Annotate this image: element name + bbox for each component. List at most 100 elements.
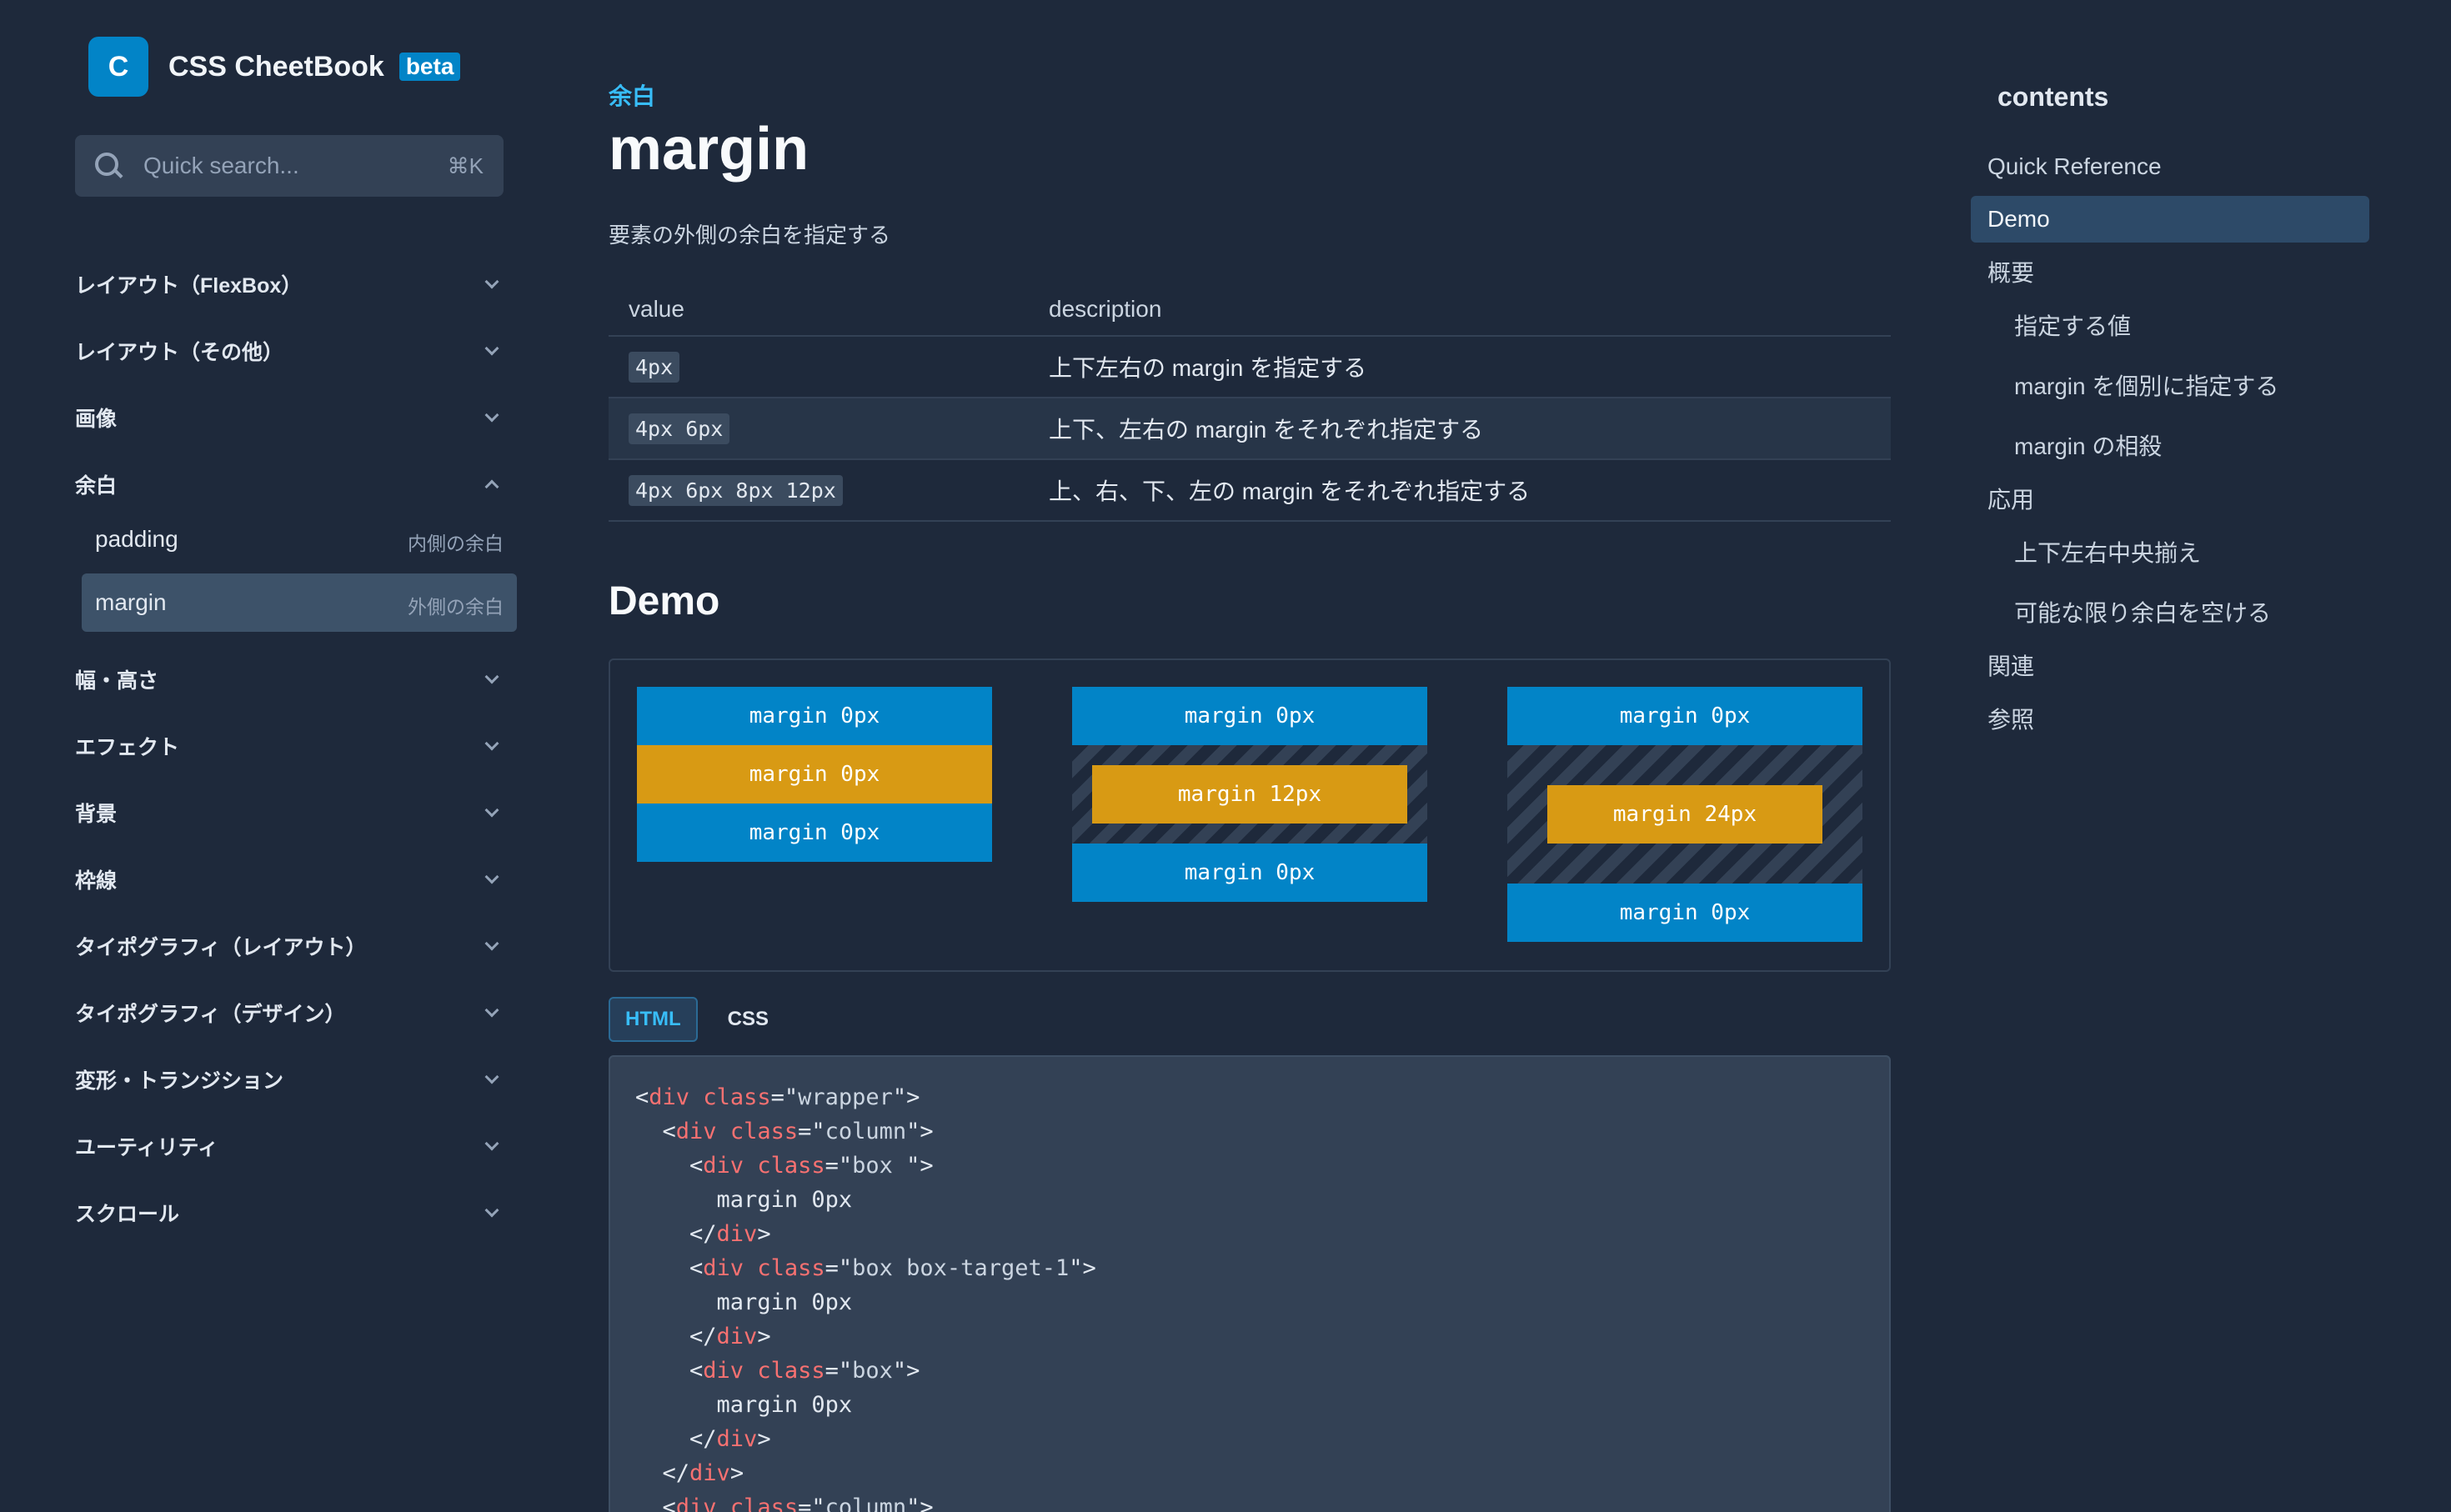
chevron-down-icon — [485, 673, 497, 685]
toc-item-application[interactable]: 応用 — [1971, 475, 2369, 522]
demo-box: margin 0px — [1072, 844, 1427, 902]
nav-group-typography-layout[interactable]: タイポグラフィ（レイアウト） — [75, 925, 504, 967]
nav-group-border[interactable]: 枠線 — [75, 859, 504, 900]
toc-title: contents — [1997, 82, 2109, 112]
table-row: 4px 6px 8px 12px 上、右、下、左の margin をそれぞれ指定… — [609, 460, 1891, 522]
value-description: 上下、左右の margin をそれぞれ指定する — [1049, 417, 1484, 443]
toc-item-values[interactable]: 指定する値 — [1971, 302, 2369, 348]
code-line: </div> — [689, 1221, 771, 1247]
tab-css[interactable]: CSS — [713, 997, 784, 1042]
value-code: 4px 6px 8px 12px — [629, 474, 843, 506]
chevron-down-icon — [485, 874, 497, 885]
nav-group-label: 余白 — [75, 474, 118, 498]
nav-group-layout-flexbox[interactable]: レイアウト（FlexBox） — [75, 263, 504, 305]
code-line: <div class="column"> — [662, 1119, 934, 1144]
code-line: margin 0px — [716, 1392, 853, 1418]
nav-group-label: ユーティリティ — [75, 1136, 219, 1159]
chevron-down-icon — [485, 412, 497, 423]
chevron-down-icon — [485, 1207, 497, 1219]
page-category: 余白 — [609, 83, 656, 109]
toc-item-max-spacing[interactable]: 可能な限り余白を空ける — [1971, 588, 2369, 635]
beta-badge: beta — [398, 53, 461, 81]
table-header-value: value — [629, 296, 684, 322]
chevron-down-icon — [485, 807, 497, 819]
demo-panel: margin 0px margin 0px margin 0px margin … — [609, 658, 1891, 972]
value-code: 4px — [629, 351, 680, 383]
nav-group-label: タイポグラフィ（レイアウト） — [75, 936, 367, 959]
toc-item-demo[interactable]: Demo — [1971, 196, 2369, 243]
brand[interactable]: C CSS CheetBook beta — [88, 37, 461, 97]
nav-group-transform[interactable]: 変形・トランジション — [75, 1059, 504, 1100]
value-description: 上下左右の margin を指定する — [1049, 355, 1367, 381]
demo-box: margin 0px — [1507, 687, 1862, 745]
sidebar-item-margin[interactable]: margin 外側の余白 — [82, 573, 517, 632]
nav-group-label: 背景 — [75, 803, 118, 826]
nav-group-utility[interactable]: ユーティリティ — [75, 1125, 504, 1167]
nav-group-typography-design[interactable]: タイポグラフィ（デザイン） — [75, 992, 504, 1034]
code-line: <div class="box box-target-1"> — [689, 1255, 1096, 1281]
search-input[interactable]: Quick search... ⌘K — [75, 135, 504, 197]
code-line: <div class="box"> — [689, 1358, 920, 1384]
sidebar-item-hint: 内側の余白 — [408, 533, 504, 554]
tab-html[interactable]: HTML — [609, 997, 698, 1042]
table-row: 4px 6px 上下、左右の margin をそれぞれ指定する — [609, 398, 1891, 460]
code-tabs: HTML CSS — [609, 997, 784, 1042]
sidebar-item-label: margin — [95, 589, 167, 615]
nav-group-background[interactable]: 背景 — [75, 792, 504, 834]
nav-group-scroll[interactable]: スクロール — [75, 1192, 504, 1234]
code-line: <div class="box "> — [689, 1153, 934, 1179]
page-description: 要素の外側の余白を指定する — [609, 223, 891, 248]
code-line: </div> — [689, 1324, 771, 1349]
code-line: </div> — [662, 1460, 744, 1486]
table-header-description: description — [1049, 296, 1162, 322]
nav-group-label: スクロール — [75, 1203, 180, 1226]
chevron-down-icon — [485, 1007, 497, 1019]
code-line: <div class="wrapper"> — [635, 1084, 920, 1110]
sidebar-item-padding[interactable]: padding 内側の余白 — [82, 510, 517, 568]
toc-item-centering[interactable]: 上下左右中央揃え — [1971, 528, 2369, 575]
demo-target-box: margin 24px — [1547, 785, 1822, 844]
brand-logo-icon: C — [88, 37, 148, 97]
code-line: </div> — [689, 1426, 771, 1452]
nav-group-image[interactable]: 画像 — [75, 397, 504, 438]
value-description: 上、右、下、左の margin をそれぞれ指定する — [1049, 478, 1531, 504]
toc-item-overview[interactable]: 概要 — [1971, 248, 2369, 295]
toc-item-individual-margin[interactable]: margin を個別に指定する — [1971, 362, 2369, 408]
demo-heading: Demo — [609, 579, 720, 623]
search-icon — [92, 149, 125, 183]
demo-box: margin 0px — [637, 804, 992, 862]
toc-item-related[interactable]: 関連 — [1971, 642, 2369, 688]
code-block[interactable]: <div class="wrapper"> <div class="column… — [609, 1055, 1891, 1512]
sidebar: C CSS CheetBook beta Quick search... ⌘K … — [0, 0, 550, 1512]
demo-target-box: margin 0px — [637, 745, 992, 804]
toc-item-references[interactable]: 参照 — [1971, 695, 2369, 742]
nav-group-effect[interactable]: エフェクト — [75, 725, 504, 767]
chevron-down-icon — [485, 940, 497, 952]
code-line: <div class="column"> — [662, 1494, 934, 1512]
toc-item-quick-reference[interactable]: Quick Reference — [1971, 143, 2369, 190]
demo-target-box: margin 12px — [1092, 765, 1407, 824]
page-title: margin — [609, 116, 809, 183]
demo-box: margin 0px — [637, 687, 992, 745]
demo-box: margin 0px — [1072, 687, 1427, 745]
chevron-down-icon — [485, 345, 497, 357]
nav-group-label: レイアウト（その他） — [75, 341, 284, 364]
nav-group-spacing[interactable]: 余白 — [75, 463, 504, 505]
nav-group-label: エフェクト — [75, 736, 180, 759]
value-code: 4px 6px — [629, 413, 730, 444]
code-line: margin 0px — [716, 1187, 853, 1213]
demo-box: margin 0px — [1507, 884, 1862, 942]
nav-group-size[interactable]: 幅・高さ — [75, 658, 504, 700]
chevron-up-icon — [485, 478, 497, 490]
chevron-down-icon — [485, 278, 497, 290]
sidebar-item-hint: 外側の余白 — [408, 596, 504, 618]
toc-item-margin-collapse[interactable]: margin の相殺 — [1971, 422, 2369, 468]
brand-name: CSS CheetBook — [168, 50, 384, 83]
quick-reference-table: value description 4px 上下左右の margin を指定する… — [609, 283, 1891, 522]
nav-group-label: 画像 — [75, 408, 118, 431]
chevron-down-icon — [485, 740, 497, 752]
nav-group-layout-other[interactable]: レイアウト（その他） — [75, 330, 504, 372]
nav-group-label: レイアウト（FlexBox） — [75, 274, 303, 298]
nav-group-label: 変形・トランジション — [75, 1069, 284, 1093]
code-line: margin 0px — [716, 1289, 853, 1315]
